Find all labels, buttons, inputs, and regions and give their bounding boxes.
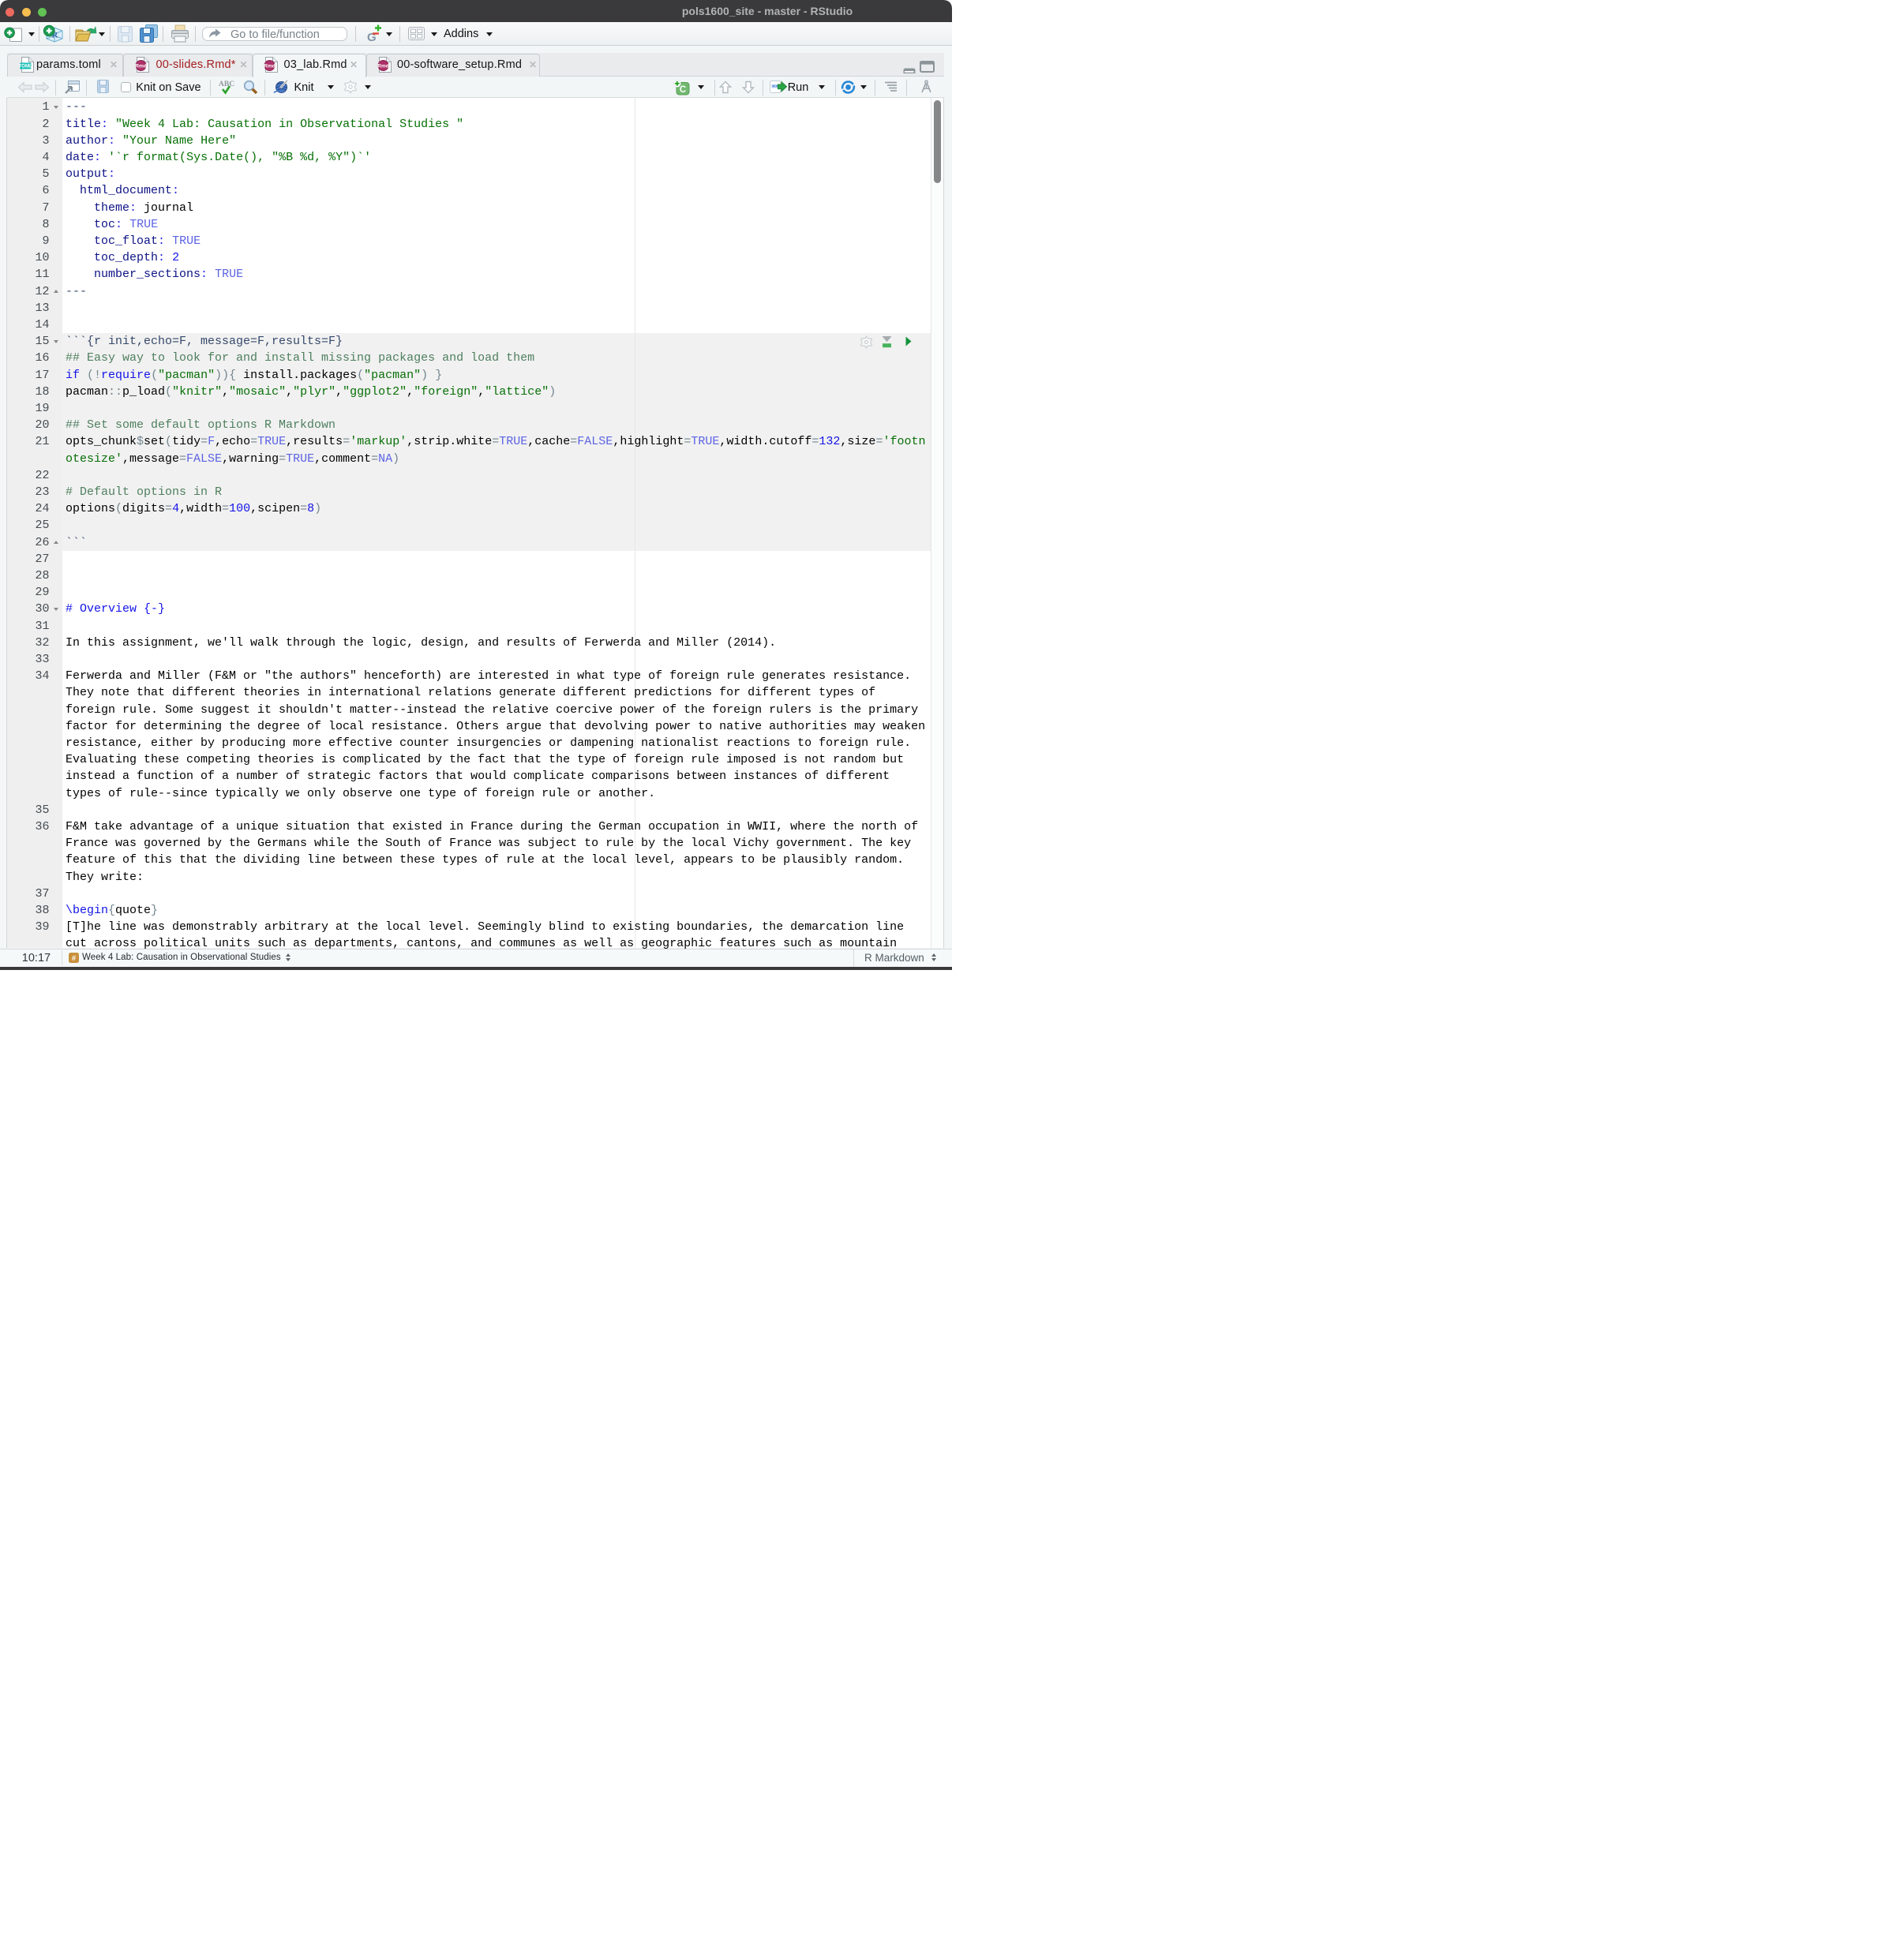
- svg-text:C: C: [680, 85, 686, 95]
- svg-text:TOML: TOML: [18, 64, 32, 69]
- svg-text:Rmd: Rmd: [377, 64, 388, 69]
- svg-text:Rmd: Rmd: [264, 64, 275, 69]
- svg-text:#: #: [72, 954, 77, 963]
- svg-text:ABC: ABC: [219, 81, 234, 88]
- svg-text:Rmd: Rmd: [135, 64, 146, 69]
